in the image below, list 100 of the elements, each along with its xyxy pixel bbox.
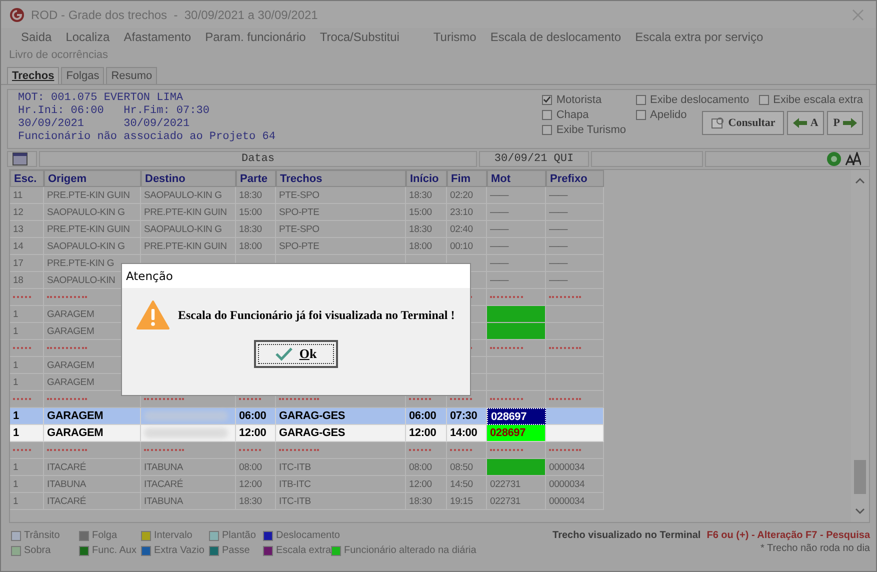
table-cell: ITC-ITB [276, 459, 406, 476]
table-cell: 02:40 [447, 221, 487, 238]
table-cell: 12:00 [236, 425, 276, 442]
table-cell: —— [546, 204, 604, 221]
left-arrow-icon [793, 118, 808, 128]
table-cell: GARAG-GES [276, 408, 406, 425]
column-header[interactable]: Origem [44, 170, 141, 187]
font-size-icon[interactable] [845, 152, 861, 166]
table-cell: GARAGEM [44, 408, 141, 425]
checkbox-label: Apelido [650, 108, 687, 120]
menu-item[interactable]: Troca/Substitui [320, 30, 400, 44]
table-cell: SAOPAULO-KIN G [44, 204, 141, 221]
checkbox-label: Exibe escala extra [773, 94, 863, 106]
table-cell: 1 [10, 357, 44, 374]
table-cell: 12 [10, 204, 44, 221]
info-line: Funcionário não associado ao Projeto 64 [18, 131, 276, 144]
table-cell: —— [546, 238, 604, 255]
menu-item[interactable]: Escala extra por serviço [635, 30, 764, 44]
column-header[interactable]: Trechos [276, 170, 406, 187]
checkbox[interactable] [759, 94, 770, 104]
right-arrow-icon [843, 118, 857, 128]
column-header[interactable]: Parte [236, 170, 276, 187]
checkbox[interactable] [542, 110, 552, 120]
checkbox[interactable] [636, 110, 646, 120]
table-cell: 022731 [487, 476, 546, 493]
table-cell: 06:00 [236, 408, 276, 425]
info-line: MOT: 001.075 EVERTON LIMA [18, 92, 184, 105]
check-icon [275, 347, 294, 361]
column-header[interactable]: Esc. [10, 170, 44, 187]
tab[interactable]: Resumo [106, 67, 158, 84]
table-cell: ITACARÉ [141, 476, 236, 493]
checkbox-label: Exibe deslocamento [650, 94, 750, 106]
table-cell: 14 [10, 238, 44, 255]
table-cell: GARAGEM [44, 425, 141, 442]
table-cell: SAOPAULO-KIN G [44, 238, 141, 255]
legend-label: Deslocamento [276, 530, 340, 541]
menu-item[interactable]: Saida [21, 30, 52, 44]
tab[interactable]: Folgas [61, 67, 104, 84]
next-button[interactable]: P [827, 111, 863, 135]
window-title: ROD - Grade dos trechos - 30/09/2021 a 30/09/2021 [31, 8, 318, 22]
legend-label: Sobra [24, 545, 51, 556]
table-cell: 18:00 [236, 238, 276, 255]
table-cell: 13 [10, 221, 44, 238]
table-cell: 0000034 [546, 459, 604, 476]
scroll-up-icon[interactable] [855, 178, 865, 184]
legend-label: Intervalo [154, 530, 192, 541]
scroll-thumb[interactable] [854, 460, 866, 494]
driver-cell: 028697 [487, 425, 546, 442]
table-cell: —— [546, 272, 604, 289]
app-logo-icon [9, 6, 25, 22]
table-cell: ITACARÉ [44, 493, 141, 510]
table-cell: ITABUNA [44, 476, 141, 493]
table-cell: 08:00 [236, 459, 276, 476]
table-cell: PRE.PTE-KIN GUIN [141, 238, 236, 255]
menu-item[interactable]: Param. funcionário [205, 30, 306, 44]
table-cell: 12:00 [406, 476, 447, 493]
checkbox[interactable] [542, 94, 552, 104]
dates-label: Datas [39, 151, 477, 167]
table-cell: —— [546, 255, 604, 272]
table-cell: 1 [10, 459, 44, 476]
footnote: * Trecho não roda no dia [760, 543, 870, 556]
menu-item[interactable]: Afastamento [124, 30, 192, 44]
legend-label: Funcionário alterado na diária [344, 545, 476, 556]
column-header[interactable]: Destino [141, 170, 236, 187]
table-cell: SAOPAULO-KIN G [141, 187, 236, 204]
checkbox[interactable] [636, 94, 646, 104]
table-cell: 11 [10, 187, 44, 204]
calendar-icon[interactable] [12, 152, 28, 166]
column-header[interactable]: Fim [447, 170, 487, 187]
table-cell: 18:30 [236, 187, 276, 204]
legend-label: Escala extra [276, 545, 332, 556]
legend-label: Folga [92, 530, 118, 541]
menu-item[interactable]: Localiza [66, 30, 110, 44]
table-cell: 18:30 [406, 187, 447, 204]
checkbox-label: Chapa [556, 108, 589, 120]
table-cell: 08:00 [406, 459, 447, 476]
table-cell: 12:00 [236, 476, 276, 493]
table-cell: 19:15 [447, 493, 487, 510]
table-cell: 0000034 [546, 476, 604, 493]
consult-button[interactable]: Consultar [702, 111, 784, 135]
table-cell: 00:10 [447, 238, 487, 255]
column-header[interactable]: Prefixo [546, 170, 604, 187]
table-cell: ITABUNA [141, 493, 236, 510]
table-cell: 15:00 [406, 204, 447, 221]
scroll-down-icon[interactable] [855, 508, 865, 514]
menu-item[interactable]: Turismo [433, 30, 476, 44]
tab[interactable]: Trechos [7, 67, 60, 84]
legend-label: Trânsito [24, 530, 60, 541]
table-cell: 18:30 [406, 221, 447, 238]
column-header[interactable]: Mot [487, 170, 546, 187]
checkbox[interactable] [542, 124, 552, 134]
menu-item[interactable]: Escala de deslocamento [490, 30, 622, 44]
table-cell: PRE.PTE-KIN GUIN [141, 204, 236, 221]
previous-button[interactable]: A [787, 111, 824, 135]
column-header[interactable]: Início [406, 170, 447, 187]
ok-button[interactable]: Ok [254, 340, 338, 368]
table-cell: ITB-ITC [276, 476, 406, 493]
table-cell: —— [487, 238, 546, 255]
close-icon[interactable] [852, 8, 864, 20]
table-cell: 1 [10, 493, 44, 510]
